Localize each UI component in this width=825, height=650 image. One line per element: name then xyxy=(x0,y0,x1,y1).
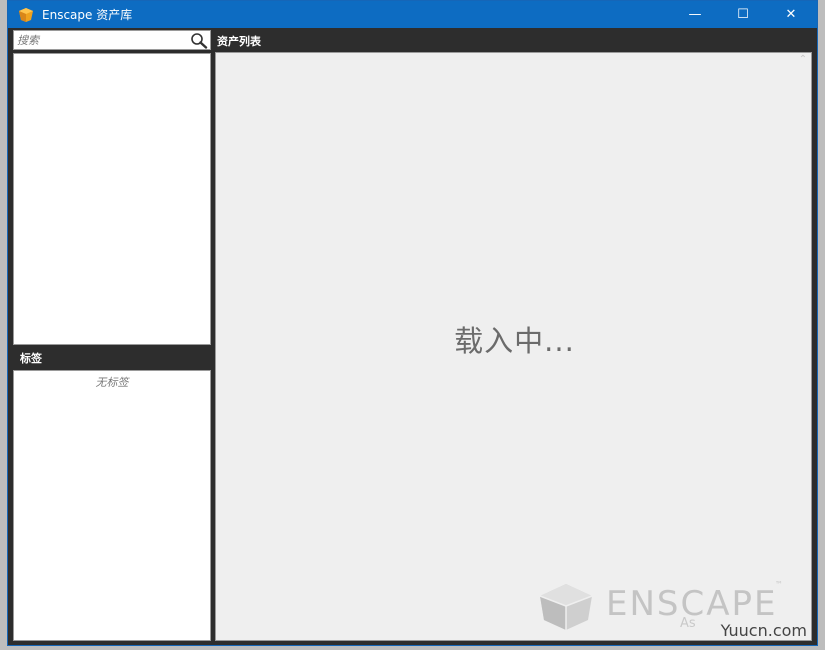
watermark-sub: As xyxy=(680,616,696,631)
asset-list-header: 资产列表 xyxy=(215,30,812,52)
close-button[interactable]: ✕ xyxy=(768,1,814,28)
site-watermark: Yuucn.com xyxy=(720,621,807,640)
tags-header: 标签 xyxy=(13,348,211,368)
tags-list[interactable]: 无标签 xyxy=(13,370,211,641)
asset-library-window: Enscape 资产库 — ☐ ✕ 标签 无标签 资产列表 ⌃ 载入中... xyxy=(7,0,818,646)
search-input[interactable] xyxy=(14,31,184,49)
search-icon[interactable] xyxy=(190,32,208,49)
category-tree[interactable] xyxy=(13,53,211,345)
scroll-up-arrow-icon[interactable]: ⌃ xyxy=(798,55,808,65)
window-title: Enscape 资产库 xyxy=(42,8,133,22)
enscape-logo-icon xyxy=(19,7,33,22)
no-tags-label: 无标签 xyxy=(95,376,129,389)
loading-text: 载入中... xyxy=(454,324,575,358)
title-bar[interactable]: Enscape 资产库 — ☐ ✕ xyxy=(8,1,817,28)
enscape-cube-logo-icon xyxy=(539,584,593,630)
asset-list-panel: 资产列表 ⌃ 载入中... ENSCAPE ™ As Yuucn.com xyxy=(215,30,812,641)
maximize-button[interactable]: ☐ xyxy=(720,1,766,28)
minimize-button[interactable]: — xyxy=(672,1,718,28)
search-box xyxy=(13,30,211,50)
asset-list-area[interactable]: ⌃ 载入中... ENSCAPE ™ As Yuucn.com xyxy=(215,52,812,641)
left-panel: 标签 无标签 xyxy=(13,30,211,641)
watermark-trademark: ™ xyxy=(775,580,783,589)
